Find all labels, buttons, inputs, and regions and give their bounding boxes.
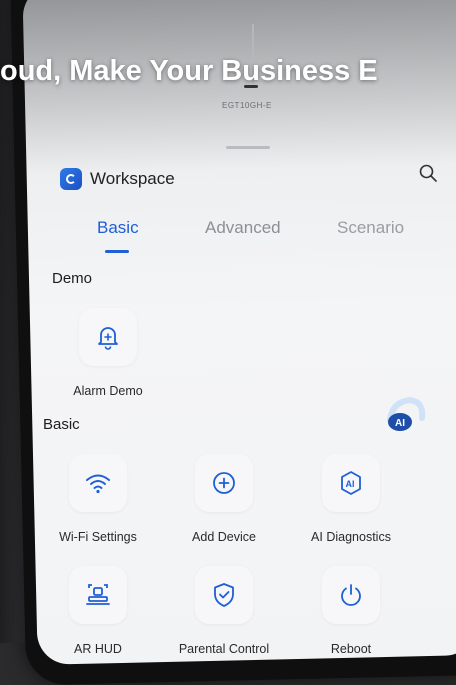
tile-label: Parental Control xyxy=(178,642,270,656)
search-icon[interactable] xyxy=(418,163,438,183)
tile-alarm-demo[interactable]: Alarm Demo xyxy=(48,308,168,398)
alarm-bell-icon xyxy=(98,327,118,350)
tile-wifi-settings[interactable]: Wi-Fi Settings xyxy=(38,454,158,544)
plus-circle-icon xyxy=(213,472,235,494)
tile-label: Alarm Demo xyxy=(73,384,143,398)
tab-advanced[interactable]: Advanced xyxy=(205,218,281,238)
ai-assistant-icon[interactable]: AI xyxy=(384,396,426,436)
svg-text:AI: AI xyxy=(346,479,355,489)
tile-add-device[interactable]: Add Device xyxy=(164,454,284,544)
workspace-logo-icon xyxy=(60,168,82,190)
tab-basic[interactable]: Basic xyxy=(97,218,139,238)
tile-label: Reboot xyxy=(330,642,372,656)
ar-scan-icon xyxy=(86,584,110,605)
wifi-icon xyxy=(86,474,110,494)
device-model-label: EGT10GH-E xyxy=(222,101,272,110)
shield-check-icon xyxy=(214,583,234,607)
tab-scenario[interactable]: Scenario xyxy=(337,218,404,238)
section-title-demo: Demo xyxy=(52,270,93,287)
sheet-handle[interactable] xyxy=(226,146,270,149)
tile-ai-diagnostics[interactable]: AI AI Diagnostics xyxy=(291,454,411,544)
tile-label: Add Device xyxy=(192,530,256,544)
promo-banner: oud, Make Your Business E xyxy=(0,55,378,87)
power-icon xyxy=(341,584,361,606)
svg-text:AI: AI xyxy=(395,418,405,429)
tab-bar: Basic Advanced Scenario xyxy=(60,218,440,258)
tile-label: AR HUD xyxy=(74,642,122,656)
section-title-basic: Basic xyxy=(43,416,80,433)
ai-diagnostics-icon: AI xyxy=(341,471,361,495)
tile-label: Wi-Fi Settings xyxy=(59,530,137,544)
workspace-title: Workspace xyxy=(90,169,175,188)
tile-label: AI Diagnostics xyxy=(311,530,391,544)
active-tab-indicator xyxy=(105,250,129,253)
workspace-header: Workspace xyxy=(60,168,175,190)
